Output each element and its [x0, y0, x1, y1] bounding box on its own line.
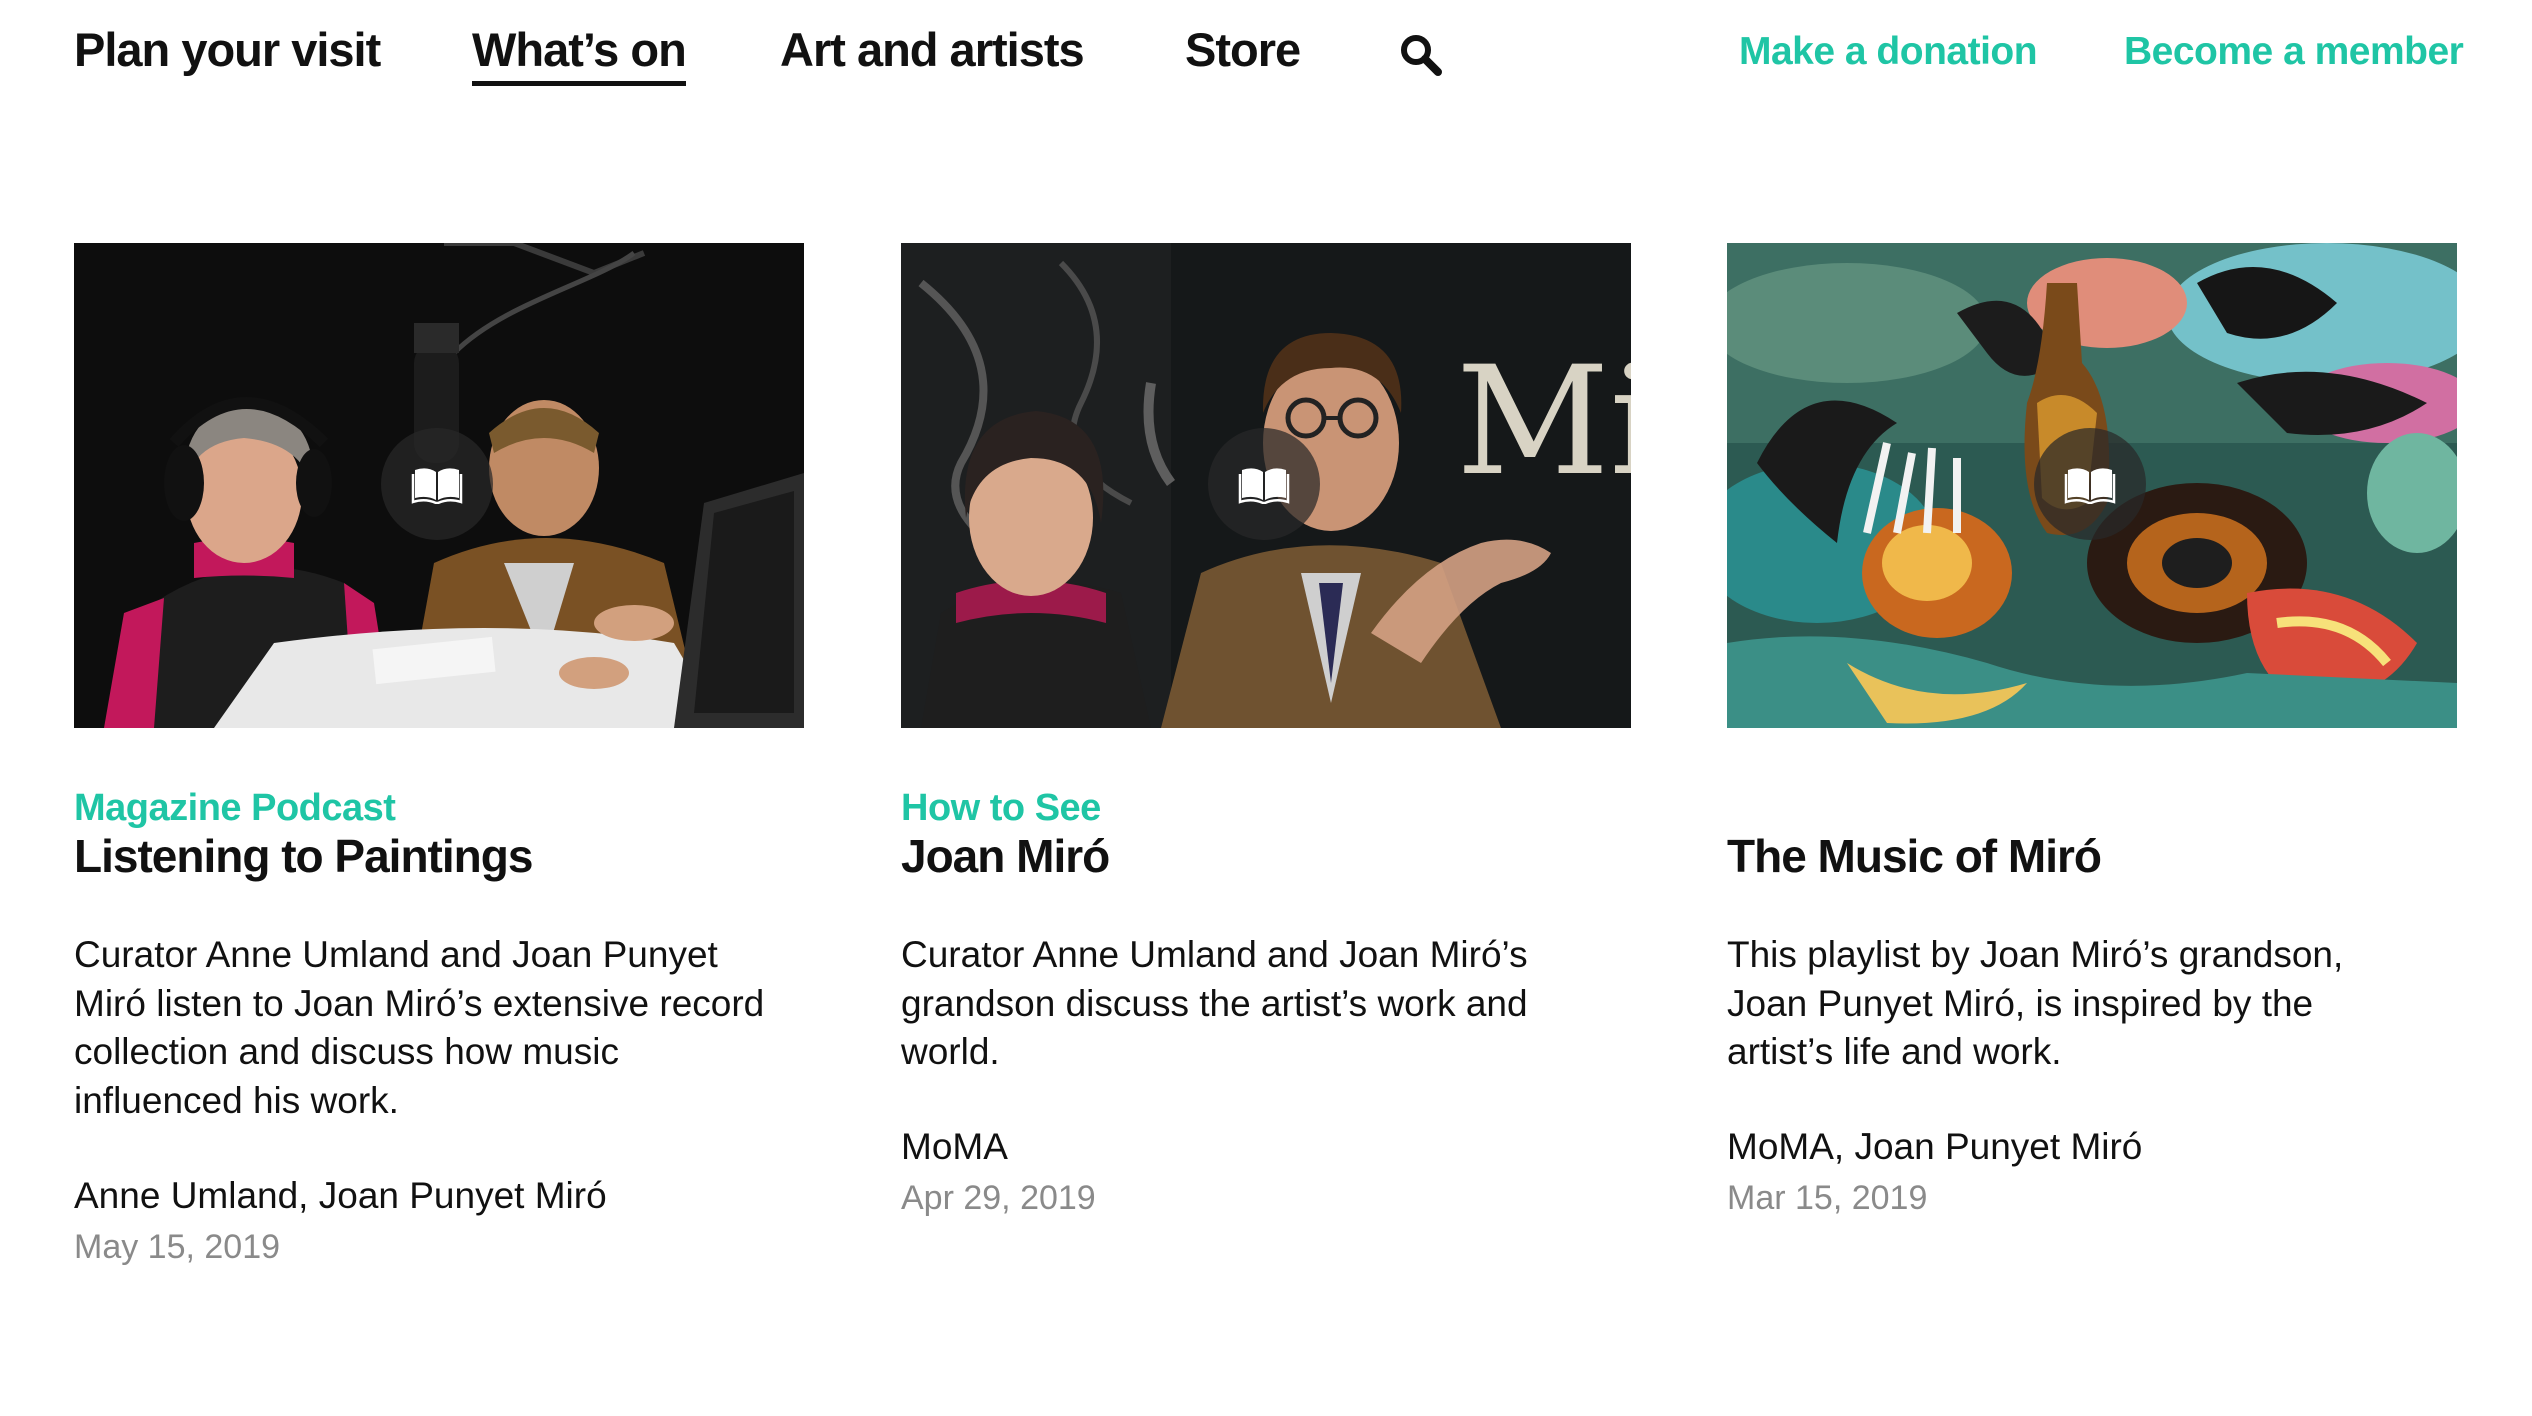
nav-store[interactable]: Store [1185, 20, 1301, 80]
card-category[interactable]: How to See [901, 785, 1101, 831]
card-credit: Anne Umland, Joan Punyet Miró [74, 1175, 607, 1216]
book-icon [1238, 468, 1290, 504]
read-badge [381, 428, 493, 540]
main-nav: Plan your visit What’s on Art and artist… [0, 0, 2532, 110]
miro-wall-text: Miró [1456, 335, 1631, 509]
read-badge [1208, 428, 1320, 540]
card-title[interactable]: The Music of Miró [1727, 828, 2102, 884]
story-card: Miró [901, 243, 1631, 1217]
card-description: Curator Anne Umland and Joan Punyet Miró… [74, 934, 765, 1121]
card-description: This playlist by Joan Miró’s grandson, J… [1727, 934, 2344, 1072]
search-icon [1401, 35, 1442, 76]
card-category[interactable]: Magazine Podcast [74, 785, 396, 831]
book-icon [411, 468, 463, 504]
page: Plan your visit What’s on Art and artist… [0, 0, 2532, 1416]
card-credit: MoMA, Joan Punyet Miró [1727, 1126, 2143, 1167]
card-credit: MoMA [901, 1126, 1008, 1167]
nav-plan-your-visit[interactable]: Plan your visit [74, 20, 381, 80]
card-description: Curator Anne Umland and Joan Miró’s gran… [901, 934, 1528, 1072]
book-icon [2064, 468, 2116, 504]
card-image-podcast-studio[interactable] [74, 243, 804, 728]
card-date: Mar 15, 2019 [1727, 1179, 1928, 1217]
card-date: May 15, 2019 [74, 1228, 281, 1266]
nav-whats-on[interactable]: What’s on [472, 20, 687, 86]
make-donation-link[interactable]: Make a donation [1739, 26, 2038, 78]
nav-art-and-artists[interactable]: Art and artists [780, 20, 1085, 80]
card-date: Apr 29, 2019 [901, 1179, 1096, 1217]
card-image-miro-painting[interactable] [1727, 243, 2457, 728]
card-title[interactable]: Joan Miró [901, 828, 1110, 884]
read-badge [2034, 428, 2146, 540]
become-member-link[interactable]: Become a member [2124, 26, 2464, 78]
story-card: Magazine Podcast Listening to Paintings … [74, 243, 804, 1266]
card-title[interactable]: Listening to Paintings [74, 828, 533, 884]
card-image-how-to-see[interactable]: Miró [901, 243, 1631, 728]
story-card: The Music of Miró This playlist by Joan … [1727, 243, 2457, 1217]
search-button[interactable] [1398, 32, 1444, 78]
